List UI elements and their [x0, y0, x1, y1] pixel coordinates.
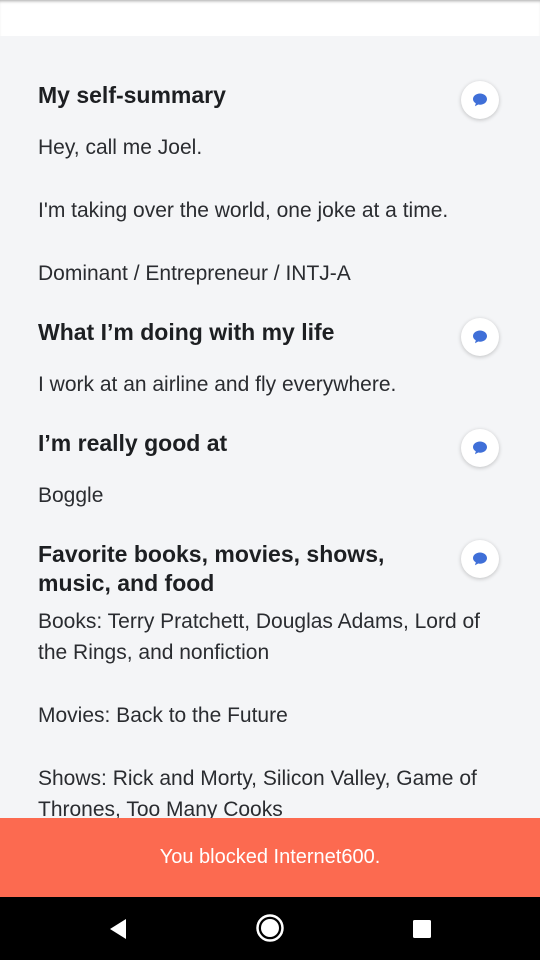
- toast-text: You blocked Internet600.: [159, 846, 381, 868]
- section-heading-favorites: Favorite books, movies, shows, music, an…: [38, 541, 385, 596]
- favorites-paragraph: Movies: Back to the Future: [38, 704, 288, 727]
- doing-with-life-paragraph: I work at an airline and fly everywhere.: [38, 373, 397, 396]
- chat-bubble-icon: [473, 552, 487, 566]
- blocked-toast: You blocked Internet600.: [0, 818, 540, 897]
- favorites-paragraph: Shows: Rick and Morty, Silicon Valley, G…: [38, 767, 477, 818]
- home-circle-icon: [256, 914, 284, 942]
- top-app-bar: [0, 0, 540, 36]
- section-heading-self-summary: My self-summary: [38, 82, 226, 108]
- back-triangle-icon: [110, 919, 126, 939]
- message-button-really-good-at[interactable]: [461, 429, 499, 467]
- back-button[interactable]: [78, 897, 158, 960]
- self-summary-paragraph: Hey, call me Joel.: [38, 136, 203, 159]
- home-button[interactable]: [230, 897, 310, 960]
- recents-square-icon: [413, 920, 431, 938]
- message-button-self-summary[interactable]: [461, 81, 499, 119]
- chat-bubble-icon: [473, 330, 487, 344]
- recents-button[interactable]: [382, 897, 462, 960]
- self-summary-paragraph: Dominant / Entrepreneur / INTJ-A: [38, 262, 351, 285]
- profile-content[interactable]: My self-summary Hey, call me Joel. I'm t…: [0, 36, 540, 818]
- section-heading-doing-with-life: What I’m doing with my life: [38, 319, 335, 345]
- chat-bubble-icon: [473, 441, 487, 455]
- self-summary-paragraph: I'm taking over the world, one joke at a…: [38, 199, 449, 222]
- section-heading-really-good-at: I’m really good at: [38, 430, 228, 456]
- chat-bubble-icon: [473, 93, 487, 107]
- message-button-favorites[interactable]: [461, 540, 499, 578]
- really-good-at-paragraph: Boggle: [38, 484, 104, 507]
- system-nav-bar: [0, 897, 540, 960]
- message-button-doing-with-life[interactable]: [461, 318, 499, 356]
- favorites-paragraph: Books: Terry Pratchett, Douglas Adams, L…: [38, 610, 480, 664]
